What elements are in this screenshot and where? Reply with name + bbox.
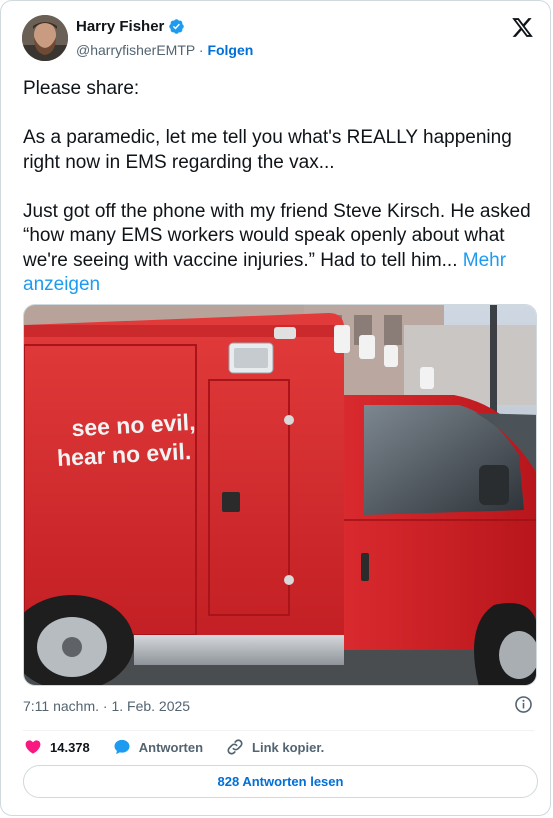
- copy-link-button[interactable]: Link kopier.: [225, 737, 324, 757]
- author-handle[interactable]: @harryfisherEMTP: [76, 42, 195, 58]
- handle-separator: ·: [198, 42, 204, 58]
- copy-link-label: Link kopier.: [252, 739, 325, 755]
- action-bar: 14.378 Antworten Link kopier.: [23, 737, 346, 757]
- read-replies-button[interactable]: 828 Antworten lesen: [23, 765, 538, 798]
- x-logo-icon[interactable]: [511, 16, 534, 39]
- like-button[interactable]: 14.378: [23, 737, 90, 757]
- author-name[interactable]: Harry Fisher: [76, 18, 164, 35]
- divider: [23, 730, 534, 731]
- tweet-timestamp[interactable]: 7:11 nachm. · 1. Feb. 2025: [23, 698, 190, 714]
- speech-bubble-icon: [114, 739, 130, 755]
- ambulance-photo: see no evil, hear no evil.: [24, 305, 536, 685]
- tweet-body: Please share: As a paramedic, let me tel…: [23, 78, 531, 271]
- tweet-card: Harry Fisher @harryfisherEMTP · Folgen P…: [0, 0, 551, 816]
- tweet-text: Please share: As a paramedic, let me tel…: [23, 77, 538, 298]
- avatar[interactable]: [22, 15, 68, 61]
- reply-label: Antworten: [138, 739, 204, 755]
- follow-button[interactable]: Folgen: [207, 42, 253, 58]
- link-icon: [227, 739, 243, 755]
- reply-button[interactable]: Antworten: [112, 737, 203, 757]
- verified-badge-icon: [169, 19, 185, 34]
- heart-icon: [25, 740, 41, 754]
- like-count: 14.378: [50, 739, 90, 755]
- tweet-image[interactable]: see no evil, hear no evil.: [23, 304, 537, 686]
- info-icon[interactable]: [514, 695, 533, 714]
- read-replies-label: 828 Antworten lesen: [217, 774, 344, 789]
